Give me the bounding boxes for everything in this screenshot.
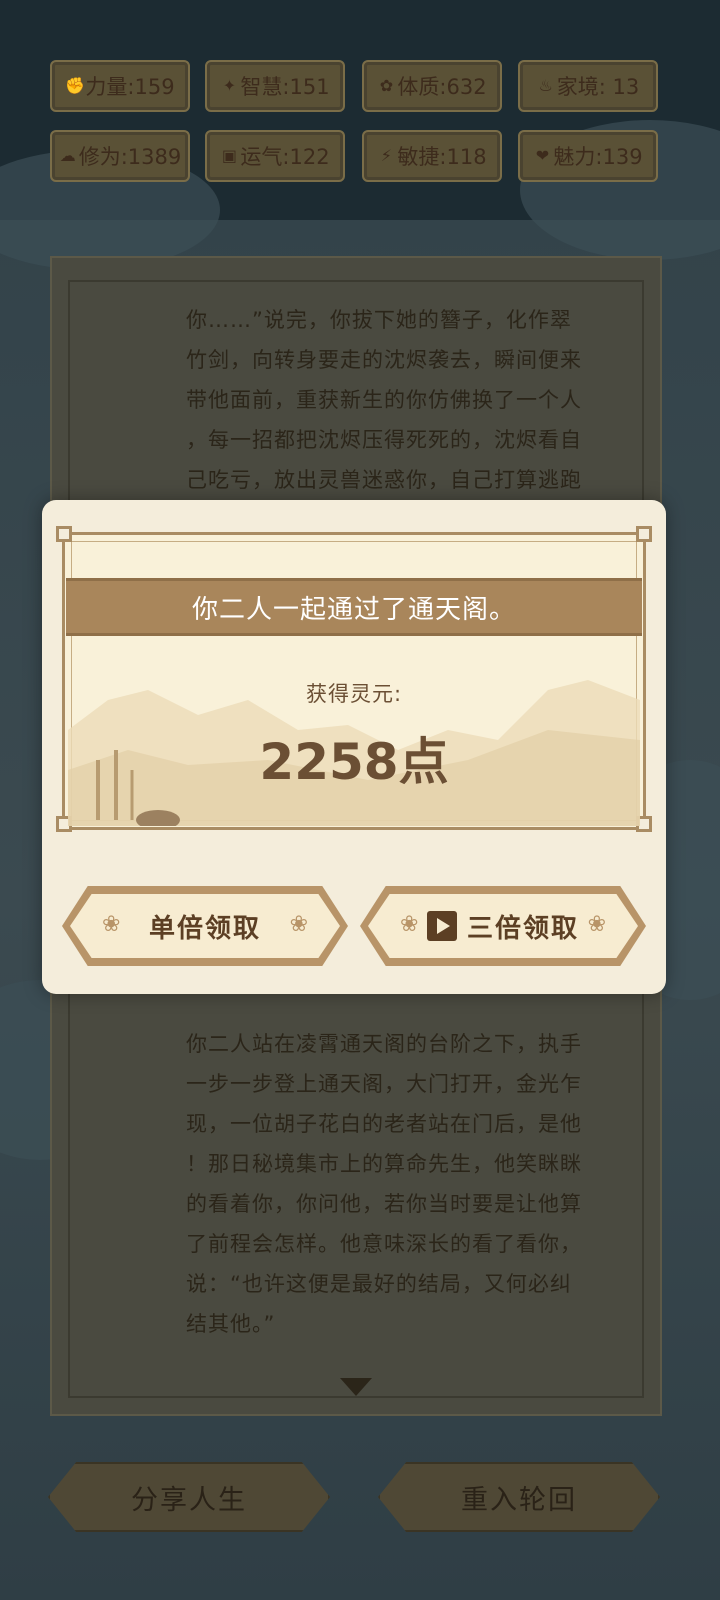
wisdom-icon: ✦	[222, 76, 237, 95]
stat-label: 力量:159	[85, 75, 175, 99]
story-line: 结其他。”	[186, 1312, 276, 1336]
stat-family: ♨ 家境: 13	[518, 60, 658, 112]
restart-cycle-button[interactable]: 重入轮回	[378, 1462, 660, 1532]
stat-label: 家境: 13	[556, 75, 640, 99]
stat-strength: ✊ 力量:159	[50, 60, 190, 112]
story-line: ！那日秘境集市上的算命先生，他笑眯眯	[186, 1152, 582, 1176]
stat-charm: ❤ 魅力:139	[518, 130, 658, 182]
story-line: 你……”说完，你拔下她的簪子，化作翠	[186, 308, 572, 332]
story-line: 你二人站在凌霄通天阁的台阶之下，执手	[186, 1032, 582, 1056]
story-line: 说：“也许这便是最好的结局，又何必纠	[186, 1272, 572, 1296]
stat-label: 体质:632	[397, 75, 487, 99]
story-line: 现，一位胡子花白的老者站在门后，是他	[186, 1112, 582, 1136]
stat-luck: ▣ 运气:122	[205, 130, 345, 182]
stat-constitution: ✿ 体质:632	[362, 60, 502, 112]
share-life-label: 分享人生	[131, 1484, 247, 1516]
stat-agility: ⚡ 敏捷:118	[362, 130, 502, 182]
charm-icon: ❤	[535, 146, 550, 165]
story-line: 一步一步登上通天阁，大门打开，金光乍	[186, 1072, 582, 1096]
strength-icon: ✊	[65, 76, 86, 95]
story-line: 的看着你，你问他，若你当时要是让他算	[186, 1192, 582, 1216]
stat-cultivation: ☁ 修为:1389	[50, 130, 190, 182]
swirl-icon: ❀	[587, 912, 606, 937]
constitution-icon: ✿	[379, 76, 394, 95]
reward-modal: 你二人一起通过了通天阁。 获得灵元: 2258点 ❀ ❀ 单倍领取 ❀ ❀ 三倍…	[42, 500, 666, 994]
claim-single-label: 单倍领取	[148, 913, 261, 944]
story-text-bottom: 你二人站在凌霄通天阁的台阶之下，执手 一步一步登上通天阁，大门打开，金光乍 现，…	[186, 1024, 616, 1344]
reward-label: 获得灵元:	[305, 682, 403, 706]
swirl-icon: ❀	[400, 912, 419, 937]
stat-label: 魅力:139	[553, 145, 643, 169]
claim-single-button[interactable]: ❀ ❀ 单倍领取	[62, 886, 348, 966]
claim-triple-label: 三倍领取	[466, 913, 579, 944]
modal-title-text: 你二人一起通过了通天阁。	[191, 594, 516, 625]
stat-label: 智慧:151	[240, 75, 330, 99]
scroll-down-arrow-icon[interactable]	[340, 1378, 372, 1396]
agility-icon: ⚡	[380, 146, 393, 165]
stat-label: 修为:1389	[78, 145, 182, 169]
claim-triple-button[interactable]: ❀ ❀ 三倍领取	[360, 886, 646, 966]
family-icon: ♨	[538, 76, 553, 95]
modal-title: 你二人一起通过了通天阁。	[66, 578, 642, 636]
cultivation-icon: ☁	[59, 146, 76, 165]
luck-icon: ▣	[221, 146, 237, 165]
stat-label: 敏捷:118	[397, 145, 487, 169]
stat-wisdom: ✦ 智慧:151	[205, 60, 345, 112]
reward-amount: 2258点	[259, 733, 449, 791]
story-line: 己吃亏，放出灵兽迷惑你，自己打算逃跑	[186, 468, 582, 492]
story-line: 竹剑，向转身要走的沈烬袭去，瞬间便来	[186, 348, 582, 372]
story-text-top: 你……”说完，你拔下她的簪子，化作翠 竹剑，向转身要走的沈烬袭去，瞬间便来 带他…	[186, 300, 616, 500]
story-line: ，每一招都把沈烬压得死死的，沈烬看自	[186, 428, 582, 452]
stat-label: 运气:122	[240, 145, 330, 169]
restart-cycle-label: 重入轮回	[461, 1484, 577, 1516]
story-line: 了前程会怎样。他意味深长的看了看你，	[186, 1232, 582, 1256]
video-play-icon	[426, 911, 457, 941]
share-life-button[interactable]: 分享人生	[48, 1462, 330, 1532]
swirl-icon: ❀	[102, 912, 121, 937]
story-line: 带他面前，重获新生的你仿佛换了一个人	[186, 388, 582, 412]
swirl-icon: ❀	[289, 912, 308, 937]
